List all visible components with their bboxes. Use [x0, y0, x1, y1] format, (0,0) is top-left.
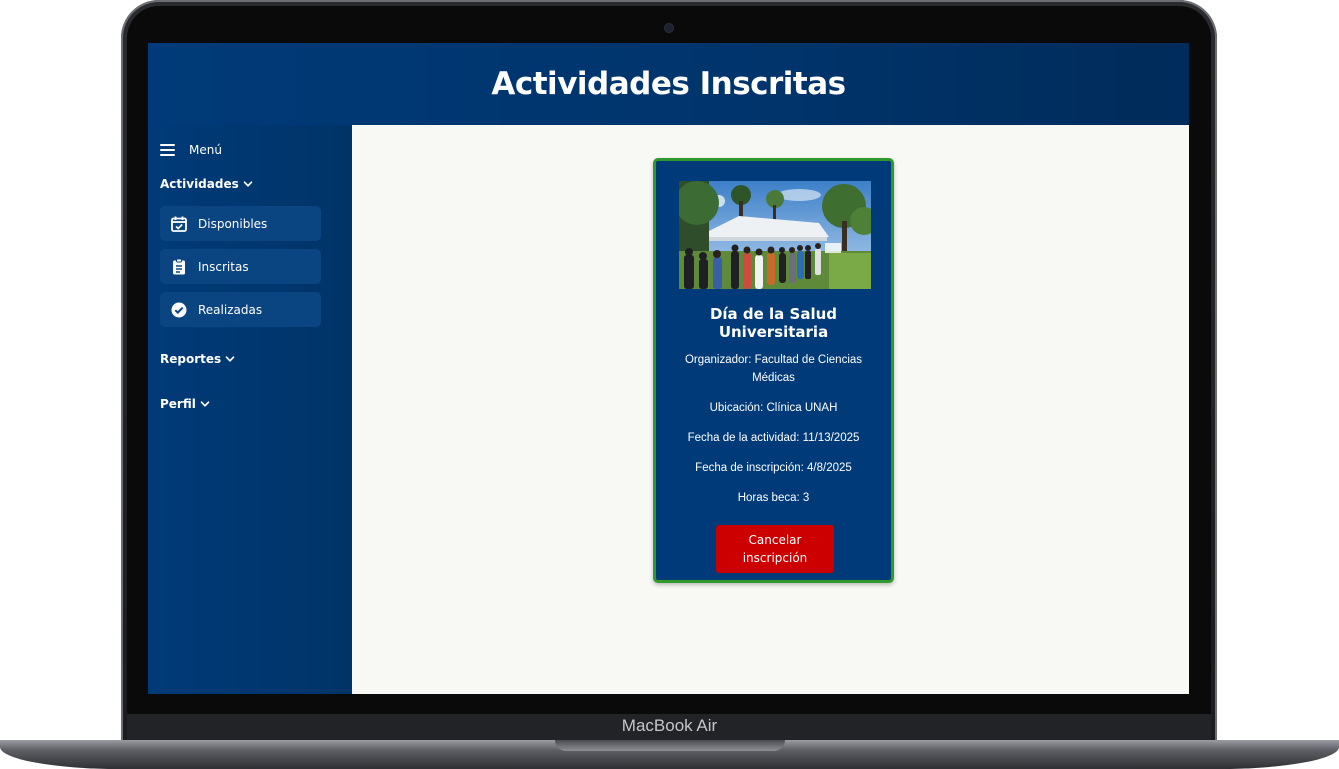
- section-label: Perfil: [160, 397, 196, 411]
- hamburger-icon: [160, 144, 175, 156]
- check-circle-icon: [171, 302, 187, 317]
- clipboard-icon: [173, 258, 185, 274]
- sidebar-item-realizadas[interactable]: Realizadas: [160, 292, 321, 327]
- registration-date: Fecha de inscripción: 4/8/2025: [695, 462, 852, 474]
- section-reportes[interactable]: Reportes: [160, 352, 235, 366]
- section-actividades[interactable]: Actividades: [160, 177, 253, 191]
- activity-location: Ubicación: Clínica UNAH: [709, 402, 838, 414]
- sidebar-item-label: Realizadas: [198, 302, 263, 317]
- activity-organizer: Organizador: Facultad de Ciencias Médica…: [684, 354, 863, 384]
- activity-date: Fecha de la actividad: 11/13/2025: [687, 432, 860, 444]
- activity-photo: [679, 181, 871, 289]
- device-label: MacBook Air: [621, 716, 718, 735]
- menu-toggle[interactable]: Menú: [160, 143, 222, 157]
- section-label: Reportes: [160, 352, 222, 366]
- sidebar-item-inscritas[interactable]: Inscritas: [160, 249, 321, 284]
- header-bar: Actividades Inscritas: [148, 43, 1189, 125]
- chevron-down-icon: [225, 356, 235, 362]
- section-label: Actividades: [160, 177, 239, 191]
- calendar-check-icon: [171, 216, 187, 232]
- menu-label: Menú: [189, 143, 222, 157]
- chevron-down-icon: [200, 401, 210, 407]
- sidebar-item-disponibles[interactable]: Disponibles: [160, 206, 321, 241]
- cancel-registration-button[interactable]: Cancelar inscripción: [716, 525, 834, 573]
- camera-icon: [665, 24, 673, 32]
- chevron-down-icon: [243, 181, 253, 187]
- scholarship-hours: Horas beca: 3: [737, 492, 810, 504]
- laptop-notch: [555, 740, 785, 751]
- app-screen: Actividades Inscritas Menú Actividades D…: [148, 43, 1189, 694]
- page-title: Actividades Inscritas: [491, 66, 846, 102]
- activity-card: Día de la Salud Universitaria Organizado…: [653, 158, 894, 583]
- sidebar: Menú Actividades Disponibles Inscritas R…: [148, 125, 352, 694]
- section-perfil[interactable]: Perfil: [160, 397, 210, 411]
- sidebar-item-label: Disponibles: [198, 216, 268, 231]
- activity-title: Día de la Salud Universitaria: [709, 305, 838, 341]
- sidebar-item-label: Inscritas: [198, 259, 249, 274]
- main-content: Día de la Salud Universitaria Organizado…: [352, 125, 1189, 694]
